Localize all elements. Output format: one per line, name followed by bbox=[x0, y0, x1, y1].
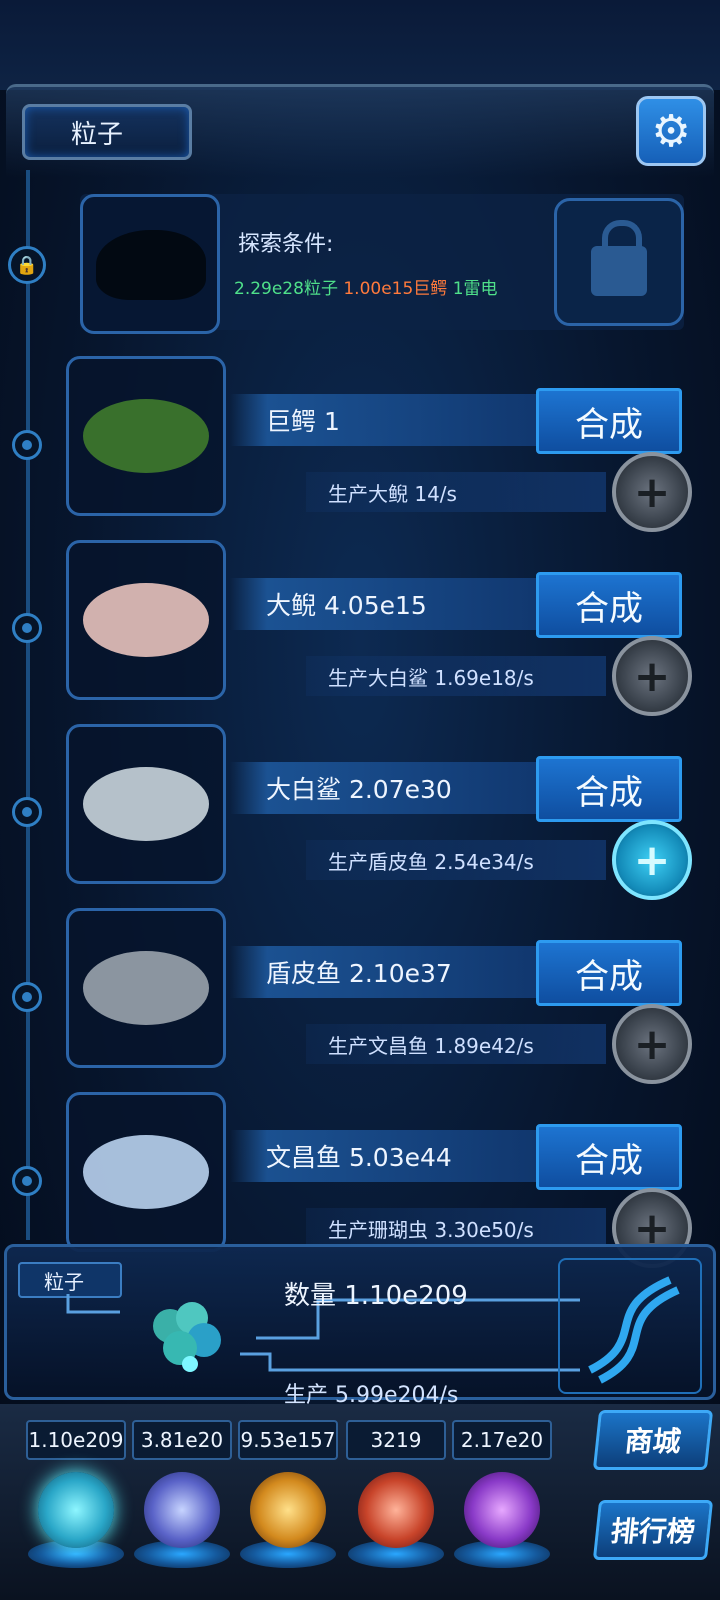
merge-button[interactable]: 合成 bbox=[536, 1124, 682, 1190]
add-button[interactable]: + bbox=[612, 452, 692, 532]
resource-value: 9.53e157 bbox=[238, 1420, 338, 1460]
creature-production: 生产文昌鱼 1.89e42/s bbox=[306, 1024, 606, 1064]
creature-image bbox=[83, 951, 209, 1025]
resource-value: 3219 bbox=[346, 1420, 446, 1460]
creature-production: 生产珊瑚虫 3.30e50/s bbox=[306, 1208, 606, 1248]
add-button[interactable]: + bbox=[612, 636, 692, 716]
page-title: 粒子 bbox=[22, 104, 192, 160]
creature-card[interactable] bbox=[66, 540, 226, 700]
creature-card[interactable] bbox=[66, 1092, 226, 1252]
page-title-label: 粒子 bbox=[71, 119, 124, 150]
explore-condition-requirements: 2.29e28粒子 1.00e15巨鳄 1雷电 bbox=[234, 274, 498, 299]
progress-rail bbox=[26, 170, 30, 1240]
plus-icon: + bbox=[633, 1018, 671, 1070]
rail-node bbox=[12, 1166, 42, 1196]
fire-orb-icon[interactable] bbox=[250, 1472, 326, 1548]
particle-orb-icon[interactable] bbox=[38, 1472, 114, 1548]
lock-icon bbox=[591, 220, 647, 296]
vortex-orb-icon[interactable] bbox=[464, 1472, 540, 1548]
plus-icon: + bbox=[633, 834, 671, 886]
creature-card[interactable] bbox=[66, 356, 226, 516]
creature-image bbox=[83, 399, 209, 473]
resource-value: 3.81e20 bbox=[132, 1420, 232, 1460]
creature-name: 大鲵 4.05e15 bbox=[230, 578, 540, 630]
resource-value: 2.17e20 bbox=[452, 1420, 552, 1460]
space-background bbox=[0, 0, 720, 90]
requirement-crocodile: 1.00e15巨鳄 bbox=[343, 279, 448, 299]
plus-icon: + bbox=[633, 650, 671, 702]
creature-image bbox=[83, 583, 209, 657]
creature-name: 盾皮鱼 2.10e37 bbox=[230, 946, 540, 998]
add-button[interactable]: + bbox=[612, 820, 692, 900]
creature-production: 生产盾皮鱼 2.54e34/s bbox=[306, 840, 606, 880]
ranking-button[interactable]: 排行榜 bbox=[592, 1500, 714, 1560]
rail-node bbox=[12, 613, 42, 643]
requirement-particles: 2.29e28粒子 bbox=[234, 279, 338, 299]
creature-image bbox=[83, 767, 209, 841]
gear-icon: ⚙ bbox=[651, 105, 691, 157]
particle-count: 数量 1.10e209 bbox=[284, 1281, 468, 1311]
creature-production: 生产大鲵 14/s bbox=[306, 472, 606, 512]
creature-name: 大白鲨 2.07e30 bbox=[230, 762, 540, 814]
explore-condition-title: 探索条件: bbox=[238, 232, 334, 257]
creature-image bbox=[83, 1135, 209, 1209]
creature-name: 文昌鱼 5.03e44 bbox=[230, 1130, 540, 1182]
resource-value: 1.10e209 bbox=[26, 1420, 126, 1460]
merge-button[interactable]: 合成 bbox=[536, 572, 682, 638]
thunder-orb-icon[interactable] bbox=[144, 1472, 220, 1548]
plus-icon: + bbox=[633, 466, 671, 518]
merge-button[interactable]: 合成 bbox=[536, 756, 682, 822]
dna-icon bbox=[558, 1258, 702, 1394]
requirement-thunder: 1雷电 bbox=[452, 279, 498, 299]
creature-name: 巨鳄 1 bbox=[230, 394, 540, 446]
brain-orb-icon[interactable] bbox=[358, 1472, 434, 1548]
settings-button[interactable]: ⚙ bbox=[636, 96, 706, 166]
merge-button[interactable]: 合成 bbox=[536, 388, 682, 454]
creature-card[interactable] bbox=[66, 724, 226, 884]
rail-node bbox=[12, 797, 42, 827]
rail-lock-icon: 🔒 bbox=[8, 246, 46, 284]
creature-production: 生产大白鲨 1.69e18/s bbox=[306, 656, 606, 696]
rail-node bbox=[12, 982, 42, 1012]
shop-button[interactable]: 商城 bbox=[592, 1410, 714, 1470]
creature-card[interactable] bbox=[66, 908, 226, 1068]
unlock-button[interactable] bbox=[554, 198, 684, 326]
locked-creature-silhouette bbox=[96, 230, 206, 300]
merge-button[interactable]: 合成 bbox=[536, 940, 682, 1006]
add-button[interactable]: + bbox=[612, 1004, 692, 1084]
rail-node bbox=[12, 430, 42, 460]
